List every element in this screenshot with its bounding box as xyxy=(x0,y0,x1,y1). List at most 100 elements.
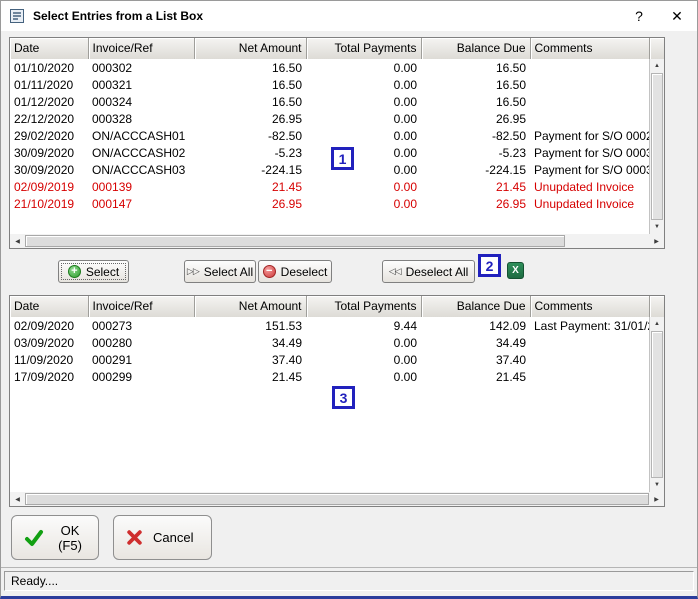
select-all-label: Select All xyxy=(203,264,254,279)
cell-comments: Unupdated Invoice xyxy=(534,179,635,194)
table-row[interactable]: 02/09/2019 000139 21.45 0.00 21.45 Unupdated … xyxy=(10,178,649,195)
scroll-right-icon[interactable]: ▶ xyxy=(649,234,664,248)
cell-date: 29/02/2020 xyxy=(14,128,75,143)
cell-net: 34.49 xyxy=(271,335,302,350)
cell-balance: -224.15 xyxy=(485,162,526,177)
top-vertical-scrollbar[interactable]: ▲ ▼ xyxy=(649,59,664,234)
table-row[interactable]: 01/12/2020 000324 16.50 0.00 16.50 xyxy=(10,93,649,110)
bottom-vertical-scrollbar[interactable]: ▲ ▼ xyxy=(649,317,664,492)
vertical-scroll-thumb[interactable] xyxy=(651,73,663,220)
column-header-date[interactable]: Date xyxy=(10,38,89,60)
cell-net: 151.53 xyxy=(265,318,302,333)
cell-balance: 16.50 xyxy=(495,94,526,109)
titlebar: Select Entries from a List Box ? ✕ xyxy=(1,1,697,31)
cell-payments: 0.00 xyxy=(393,128,417,143)
cell-date: 01/10/2020 xyxy=(14,60,75,75)
available-entries-list: Date Invoice/Ref Net Amount Total Paymen… xyxy=(9,37,665,234)
cancel-label: Cancel xyxy=(153,530,194,545)
column-header-total-payments[interactable]: Total Payments xyxy=(306,38,422,60)
column-header-invoice-ref[interactable]: Invoice/Ref xyxy=(88,296,195,318)
select-all-button[interactable]: ▷▷ Select All xyxy=(184,260,256,283)
table-row[interactable]: 03/09/2020 000280 34.49 0.00 34.49 xyxy=(10,334,649,351)
plus-icon: + xyxy=(67,265,81,278)
cancel-x-icon xyxy=(126,529,143,546)
deselect-button[interactable]: − Deselect xyxy=(258,260,332,283)
column-header-invoice-ref[interactable]: Invoice/Ref xyxy=(88,38,195,60)
horizontal-scroll-thumb[interactable] xyxy=(25,493,649,505)
ok-button[interactable]: OK (F5) xyxy=(11,515,99,560)
cell-payments: 0.00 xyxy=(393,60,417,75)
deselect-all-button[interactable]: ◁◁ Deselect All xyxy=(382,260,475,283)
table-row[interactable]: 01/10/2020 000302 16.50 0.00 16.50 xyxy=(10,59,649,76)
cell-net: 21.45 xyxy=(271,369,302,384)
cell-net: 21.45 xyxy=(271,179,302,194)
table-row[interactable]: 22/12/2020 000328 26.95 0.00 26.95 xyxy=(10,110,649,127)
cell-date: 17/09/2020 xyxy=(14,369,75,384)
window-title: Select Entries from a List Box xyxy=(33,9,204,23)
scroll-up-icon[interactable]: ▲ xyxy=(650,317,664,331)
cell-date: 11/09/2020 xyxy=(14,352,74,367)
cell-ref: ON/ACCCASH01 xyxy=(92,128,186,143)
table-row[interactable]: 30/09/2020 ON/ACCCASH03 -224.15 0.00 -224.15… xyxy=(10,161,649,178)
scroll-down-icon[interactable]: ▼ xyxy=(650,478,664,492)
column-header-balance-due[interactable]: Balance Due xyxy=(421,296,531,318)
table-row[interactable]: 21/10/2019 000147 26.95 0.00 26.95 Unupdated … xyxy=(10,195,649,212)
top-horizontal-scrollbar[interactable]: ◀ ▶ xyxy=(9,234,665,249)
status-bar: Ready.... xyxy=(1,567,697,596)
cell-date: 22/12/2020 xyxy=(14,111,75,126)
annotation-2: 2 xyxy=(478,254,501,277)
table-row[interactable]: 29/02/2020 ON/ACCCASH01 -82.50 0.00 -82.50 Pa… xyxy=(10,127,649,144)
cell-date: 03/09/2020 xyxy=(14,335,75,350)
cell-ref: 000324 xyxy=(92,94,133,109)
scroll-up-icon[interactable]: ▲ xyxy=(650,59,664,73)
table-row[interactable]: 11/09/2020 000291 37.40 0.00 37.40 xyxy=(10,351,649,368)
cell-ref: 000291 xyxy=(92,352,133,367)
annotation-3: 3 xyxy=(332,386,355,409)
scroll-left-icon[interactable]: ◀ xyxy=(10,492,25,506)
header-filler xyxy=(649,38,664,60)
header-filler xyxy=(649,296,664,318)
cell-payments: 0.00 xyxy=(393,196,417,211)
cell-comments: Unupdated Invoice xyxy=(534,196,635,211)
deselect-all-label: Deselect All xyxy=(405,264,469,279)
close-icon[interactable]: ✕ xyxy=(661,1,693,31)
cell-date: 02/09/2020 xyxy=(14,318,75,333)
bottom-horizontal-scrollbar[interactable]: ◀ ▶ xyxy=(9,492,665,507)
export-excel-button[interactable]: X xyxy=(507,262,524,279)
column-header-balance-due[interactable]: Balance Due xyxy=(421,38,531,60)
scroll-down-icon[interactable]: ▼ xyxy=(650,220,664,234)
app-icon xyxy=(9,8,25,24)
cell-ref: 000280 xyxy=(92,335,133,350)
column-header-total-payments[interactable]: Total Payments xyxy=(306,296,422,318)
table-row[interactable]: 02/09/2020 000273 151.53 9.44 142.09 Last Pay… xyxy=(10,317,649,334)
ok-label: OK (F5) xyxy=(58,522,82,553)
cancel-button[interactable]: Cancel xyxy=(113,515,212,560)
column-header-net-amount[interactable]: Net Amount xyxy=(194,38,307,60)
cell-payments: 0.00 xyxy=(393,335,417,350)
table-row[interactable]: 01/11/2020 000321 16.50 0.00 16.50 xyxy=(10,76,649,93)
cell-net: 16.50 xyxy=(271,60,302,75)
cell-balance: 16.50 xyxy=(495,77,526,92)
cell-balance: 16.50 xyxy=(495,60,526,75)
help-button[interactable]: ? xyxy=(623,1,655,31)
status-text: Ready.... xyxy=(11,574,59,588)
column-header-net-amount[interactable]: Net Amount xyxy=(194,296,307,318)
vertical-scroll-thumb[interactable] xyxy=(651,331,663,478)
cell-balance: 21.45 xyxy=(495,179,526,194)
cell-payments: 0.00 xyxy=(393,111,417,126)
cell-balance: 142.09 xyxy=(489,318,526,333)
horizontal-scroll-thumb[interactable] xyxy=(25,235,565,247)
select-button[interactable]: + Select xyxy=(58,260,129,283)
column-header-comments[interactable]: Comments xyxy=(530,38,650,60)
scroll-left-icon[interactable]: ◀ xyxy=(10,234,25,248)
column-header-date[interactable]: Date xyxy=(10,296,89,318)
column-header-comments[interactable]: Comments xyxy=(530,296,650,318)
table-row[interactable]: 30/09/2020 ON/ACCCASH02 -5.23 0.00 -5.23 Paym… xyxy=(10,144,649,161)
cell-comments: Payment for S/O 000371 xyxy=(534,162,649,177)
cell-date: 21/10/2019 xyxy=(14,196,75,211)
scroll-right-icon[interactable]: ▶ xyxy=(649,492,664,506)
cell-comments xyxy=(530,110,649,127)
table-row[interactable]: 17/09/2020 000299 21.45 0.00 21.45 xyxy=(10,368,649,385)
cell-net: -5.23 xyxy=(274,145,302,160)
cell-payments: 0.00 xyxy=(393,162,417,177)
